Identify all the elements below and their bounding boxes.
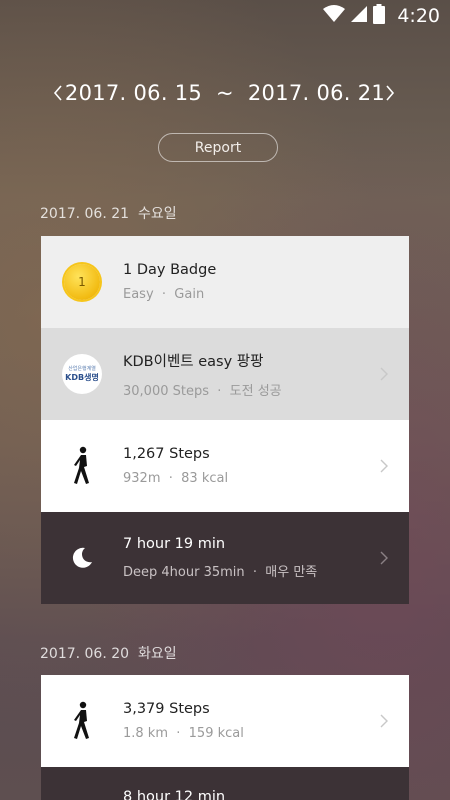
card-title: 8 hour 12 min	[123, 789, 226, 800]
week-navigator: 2017. 06. 15 ~ 2017. 06. 21	[0, 76, 450, 110]
clock: 4:20	[397, 5, 440, 27]
card-title: 1 Day Badge	[123, 262, 217, 278]
day-header-0620: 2017. 06. 20 화요일	[40, 646, 177, 662]
sleep-card[interactable]: 7 hour 19 min Deep 4hour 35min · 매우 만족	[41, 512, 409, 604]
card-subtitle: 30,000 Steps · 도전 성공	[123, 383, 282, 399]
battery-icon	[373, 4, 386, 28]
chevron-right-icon	[359, 328, 409, 420]
chevron-right-icon	[359, 675, 409, 767]
report-button[interactable]: Report	[158, 133, 278, 162]
week-range-label: 2017. 06. 15 ~ 2017. 06. 21	[64, 81, 386, 105]
chevron-right-icon	[359, 512, 409, 604]
walking-person-icon	[74, 446, 89, 484]
kdb-logo-icon: 산업은행계열 KDB생명	[62, 354, 102, 394]
card-subtitle: Easy · Gain	[123, 287, 205, 302]
card-title: 7 hour 19 min	[123, 536, 226, 552]
card-subtitle: 932m · 83 kcal	[123, 471, 229, 486]
walking-person-icon	[74, 701, 89, 739]
card-subtitle: 1.8 km · 159 kcal	[123, 726, 244, 741]
steps-card[interactable]: 1,267 Steps 932m · 83 kcal	[41, 420, 409, 512]
card-title: 1,267 Steps	[123, 446, 210, 462]
event-card[interactable]: 산업은행계열 KDB생명 KDB이벤트 easy 팡팡 30,000 Steps…	[41, 328, 409, 420]
day-header-0621: 2017. 06. 21 수요일	[40, 206, 177, 222]
chevron-right-icon	[386, 85, 395, 101]
chevron-right-icon	[359, 420, 409, 512]
steps-card[interactable]: 3,379 Steps 1.8 km · 159 kcal	[41, 675, 409, 767]
status-bar: 4:20	[0, 0, 450, 32]
card-title: 3,379 Steps	[123, 701, 210, 717]
signal-icon	[351, 5, 368, 27]
moon-icon	[72, 547, 92, 568]
gold-badge-icon: 1	[64, 264, 100, 300]
sleep-card[interactable]: 8 hour 12 min	[41, 767, 409, 800]
next-week-button[interactable]	[370, 76, 410, 110]
wifi-icon	[323, 5, 346, 27]
badge-card[interactable]: 1 1 Day Badge Easy · Gain	[41, 236, 409, 328]
chevron-left-icon	[53, 85, 62, 101]
card-title: KDB이벤트 easy 팡팡	[123, 353, 264, 370]
card-subtitle: Deep 4hour 35min · 매우 만족	[123, 565, 318, 580]
previous-week-button[interactable]	[38, 76, 78, 110]
